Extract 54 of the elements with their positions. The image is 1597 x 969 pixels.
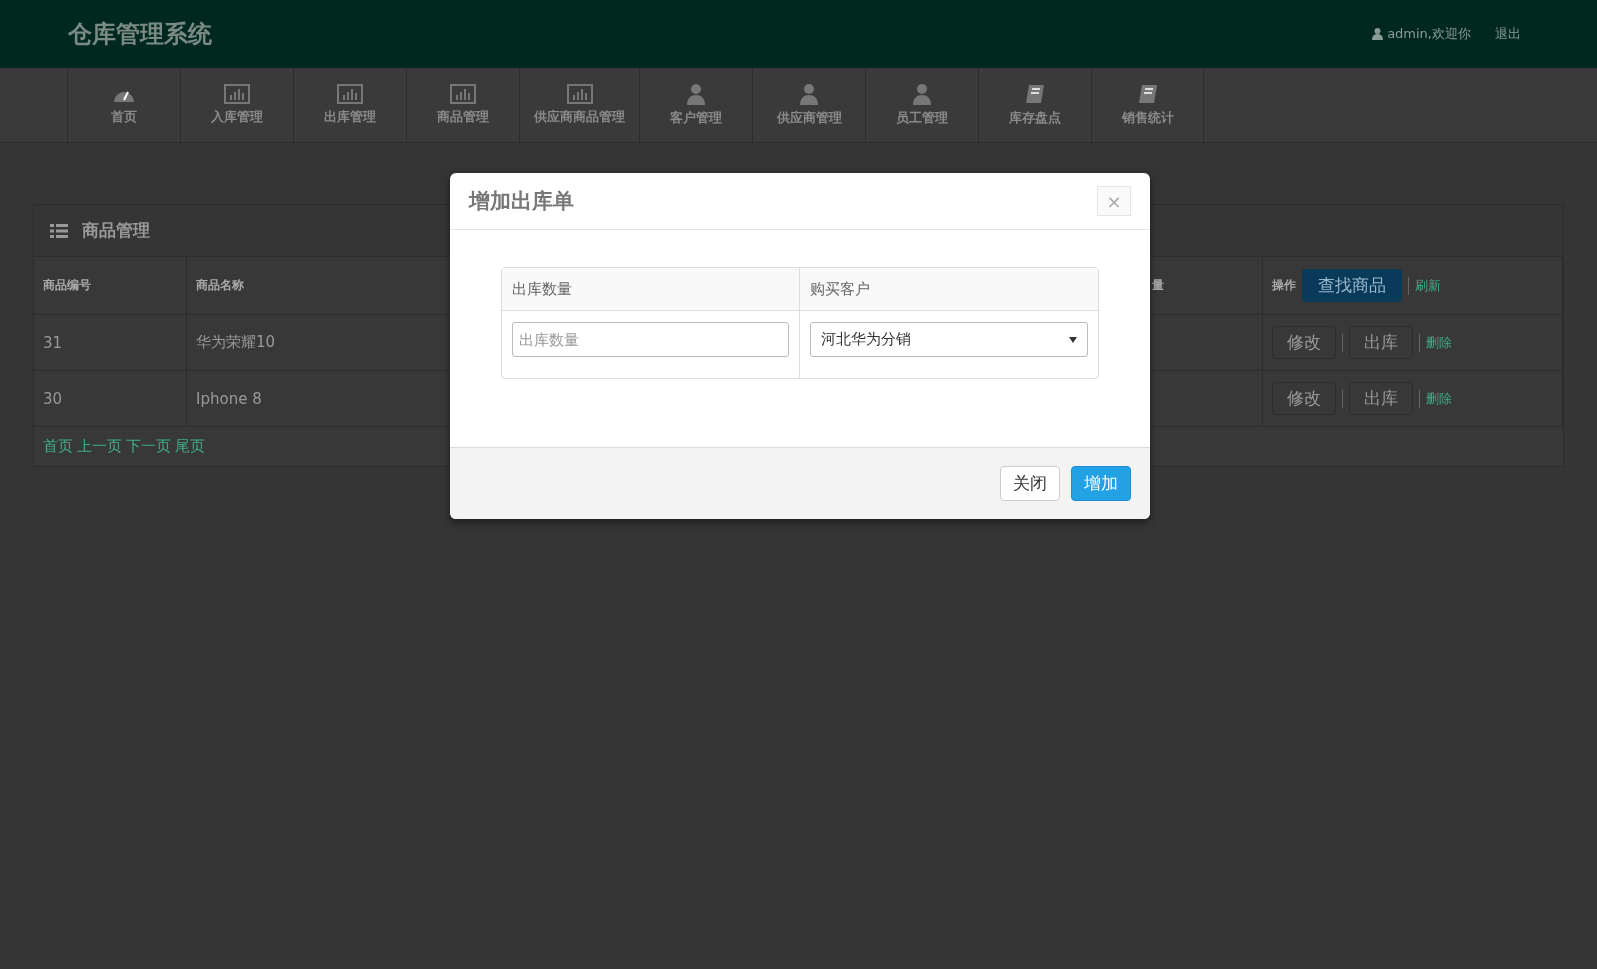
table-cell: Iphone 8 <box>196 389 262 408</box>
search-button[interactable]: 查找商品 <box>1302 269 1402 302</box>
user-icon <box>1372 28 1384 40</box>
column-header: 操作 <box>1272 277 1296 294</box>
user-icon <box>912 83 932 105</box>
action-button[interactable]: 修改 <box>1272 382 1336 415</box>
nav-item[interactable]: 销售统计 <box>1091 68 1204 142</box>
nav-item[interactable]: 入库管理 <box>180 68 293 142</box>
nav-item[interactable]: 出库管理 <box>293 68 406 142</box>
bar-chart-icon <box>337 84 363 104</box>
panel-title: 商品管理 <box>82 219 150 242</box>
action-button[interactable]: 出库 <box>1349 326 1413 359</box>
action-button[interactable]: 出库 <box>1349 382 1413 415</box>
nav-item[interactable]: 首页 <box>67 68 180 142</box>
list-icon <box>50 223 68 238</box>
nav-item[interactable]: 供应商管理 <box>752 68 865 142</box>
pager-link[interactable]: 尾页 <box>175 437 205 456</box>
table-cell: 31 <box>43 333 63 352</box>
bar-chart-icon <box>224 84 250 104</box>
column-header: 商品编号 <box>43 277 91 294</box>
action-button[interactable]: 修改 <box>1272 326 1336 359</box>
nav-item[interactable]: 供应商商品管理 <box>519 68 639 142</box>
quantity-field[interactable]: 出库数量 <box>512 322 789 357</box>
column-header: 量 <box>1152 277 1164 294</box>
pager-link[interactable]: 首页 <box>43 437 73 456</box>
customer-select[interactable]: 河北华为分销 <box>810 322 1088 357</box>
book-icon <box>1136 83 1159 105</box>
user-icon <box>799 83 819 105</box>
bar-chart-icon <box>566 84 593 104</box>
nav-item[interactable]: 库存盘点 <box>978 68 1091 142</box>
close-button[interactable]: × <box>1097 186 1131 216</box>
pager-link[interactable]: 上一页 <box>77 437 122 456</box>
nav-item[interactable]: 员工管理 <box>865 68 978 142</box>
user-icon <box>686 83 706 105</box>
book-icon <box>1024 83 1046 105</box>
bar-chart-icon <box>450 84 476 104</box>
field-label: 出库数量 <box>512 279 572 299</box>
add-button[interactable]: 增加 <box>1071 466 1131 501</box>
app-title: 仓库管理系统 <box>68 19 212 50</box>
delete-link[interactable]: 删除 <box>1426 389 1452 408</box>
column-header: 商品名称 <box>196 277 244 294</box>
modal-title: 增加出库单 <box>469 188 574 215</box>
refresh-link[interactable]: 刷新 <box>1415 276 1441 295</box>
pager-link[interactable]: 下一页 <box>126 437 171 456</box>
delete-link[interactable]: 删除 <box>1426 333 1452 352</box>
close-dialog-button[interactable]: 关闭 <box>1000 466 1060 501</box>
user-greeting: admin,欢迎你 <box>1372 25 1471 43</box>
logout-link[interactable]: 退出 <box>1495 25 1521 43</box>
nav-item[interactable]: 商品管理 <box>406 68 519 142</box>
nav-item[interactable]: 客户管理 <box>639 68 752 142</box>
table-cell: 华为荣耀10 <box>196 333 276 352</box>
table-cell: 30 <box>43 389 63 408</box>
field-label: 购买客户 <box>810 279 870 299</box>
caret-icon <box>1069 336 1077 343</box>
